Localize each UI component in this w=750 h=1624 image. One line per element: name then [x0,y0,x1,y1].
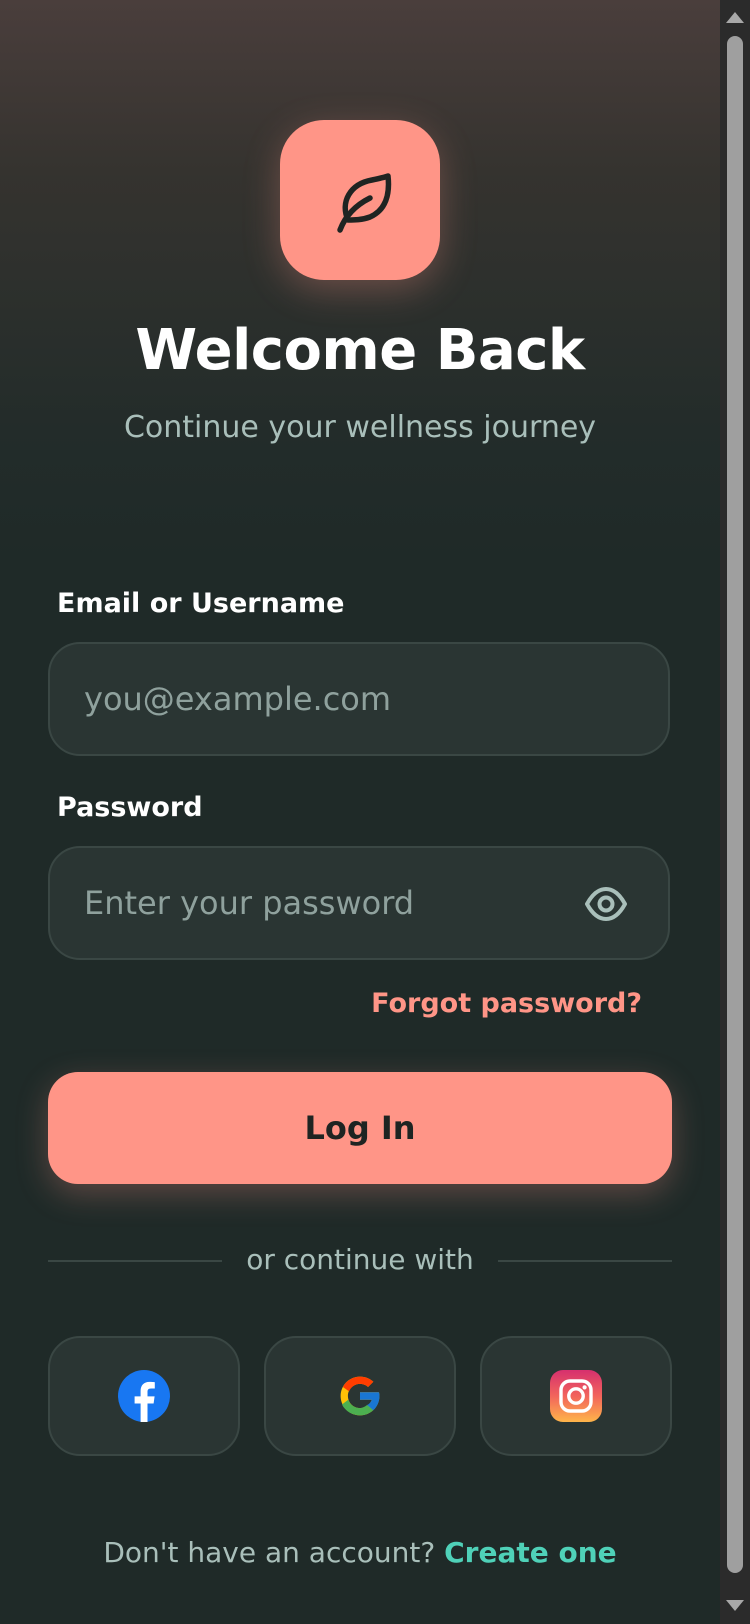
login-screen: Welcome Back Continue your wellness jour… [0,0,720,1624]
scrollbar-thumb[interactable] [727,36,743,1573]
password-input[interactable]: Enter your password [48,846,670,960]
divider-line-right [498,1260,672,1262]
login-button[interactable]: Log In [48,1072,672,1184]
instagram-login-button[interactable] [480,1336,672,1456]
email-input[interactable]: you@example.com [48,642,670,756]
signup-prompt: Don't have an account? Create one [0,1536,720,1569]
page-title: Welcome Back [135,318,585,383]
scroll-up-arrow-icon[interactable] [726,12,744,23]
leaf-icon [337,173,392,233]
instagram-icon [550,1370,602,1422]
email-placeholder: you@example.com [84,680,392,718]
scrollbar[interactable] [720,0,750,1624]
create-account-link[interactable]: Create one [444,1536,617,1569]
password-placeholder: Enter your password [84,884,415,922]
facebook-login-button[interactable] [48,1336,240,1456]
scroll-down-arrow-icon[interactable] [726,1600,744,1611]
forgot-password-link[interactable]: Forgot password? [371,988,642,1019]
facebook-icon [118,1370,170,1422]
eye-icon[interactable] [584,884,628,924]
google-icon [340,1376,381,1416]
app-logo [280,120,440,280]
signup-prompt-text: Don't have an account? [103,1536,445,1569]
password-label: Password [57,792,203,823]
google-login-button[interactable] [264,1336,456,1456]
email-label: Email or Username [57,588,345,619]
page-subtitle: Continue your wellness journey [123,410,597,445]
